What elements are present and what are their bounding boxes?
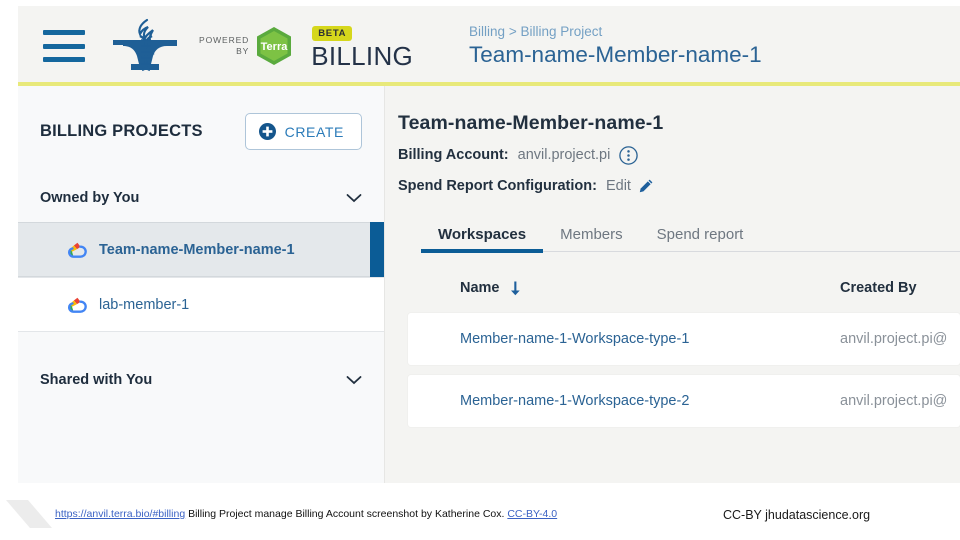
page-title: Team-name-Member-name-1 [398,112,664,134]
table-header-row: Name Created By [408,273,960,303]
sidebar-filler [18,404,384,483]
sidebar-item-label: lab-member-1 [99,296,190,313]
breadcrumb: Billing > Billing Project Team-name-Memb… [469,23,762,69]
breadcrumb-path[interactable]: Billing > Billing Project [469,23,762,41]
credit-text: CC-BY jhudatascience.org [723,508,871,522]
create-billing-project-button[interactable]: CREATE [244,113,362,150]
chevron-down-icon [346,194,362,203]
powered-by-text: POWERED BY [199,35,250,56]
breadcrumb-title: Team-name-Member-name-1 [469,42,762,67]
source-url-link[interactable]: https://anvil.terra.bio/#billing [55,508,185,520]
sidebar-header: BILLING PROJECTS CREATE [18,86,384,150]
workspaces-table: Name Created By Member-name-1-Workspace-… [398,273,960,427]
license-link[interactable]: CC-BY-4.0 [507,508,557,520]
tab-members[interactable]: Members [543,226,640,251]
sidebar-group-label: Owned by You [40,190,140,206]
create-button-label: CREATE [284,123,344,140]
sidebar-title: BILLING PROJECTS [40,122,203,140]
product-branding: BETA BILLING [311,23,413,70]
sidebar-item-lab-member-1[interactable]: lab-member-1 [18,277,384,332]
hamburger-menu-icon[interactable] [43,30,85,62]
sidebar-item-label: Team-name-Member-name-1 [99,241,295,258]
edit-pencil-icon[interactable] [638,178,654,194]
product-name: BILLING [311,40,414,71]
workspace-created-by: anvil.project.pi@ [840,393,948,409]
main-content: Team-name-Member-name-1 Billing Account:… [384,86,960,483]
caption-text: Billing Project manage Billing Account s… [185,508,508,520]
slide-canvas: POWERED BY Terra BETA BILLING Billing > … [0,0,960,540]
more-options-circle-icon[interactable] [619,145,639,165]
spend-report-label: Spend Report Configuration: [398,178,597,194]
spend-report-config-row: Spend Report Configuration: Edit [398,175,960,197]
column-header-created-by-label: Created By [840,280,917,296]
table-row[interactable]: Member-name-1-Workspace-type-2 anvil.pro… [408,375,960,427]
sidebar: BILLING PROJECTS CREATE Owned by You Tea… [18,86,384,483]
column-header-name-label: Name [460,280,500,296]
caption: https://anvil.terra.bio/#billing Billing… [55,508,557,520]
column-header-created-by[interactable]: Created By [840,280,917,296]
sidebar-group-shared-with-you[interactable]: Shared with You [18,356,384,404]
app-window: POWERED BY Terra BETA BILLING Billing > … [18,6,960,483]
app-body: BILLING PROJECTS CREATE Owned by You Tea… [18,86,960,483]
sidebar-item-team-name-member-name-1[interactable]: Team-name-Member-name-1 [18,222,384,277]
google-cloud-icon [68,242,87,258]
app-header: POWERED BY Terra BETA BILLING Billing > … [18,6,960,86]
sidebar-group-label: Shared with You [40,372,153,388]
sort-descending-arrow-icon[interactable] [510,281,521,296]
decorative-ribbon-icon [6,500,52,528]
tab-workspaces[interactable]: Workspaces [421,226,544,253]
sidebar-group-owned-by-you[interactable]: Owned by You [18,174,384,222]
tab-spend-report[interactable]: Spend report [640,226,761,251]
workspace-name-link[interactable]: Member-name-1-Workspace-type-2 [460,393,840,409]
workspace-created-by: anvil.project.pi@ [840,331,948,347]
billing-account-row: Billing Account: anvil.project.pi [398,144,960,166]
content-tabs: Workspaces Members Spend report [421,219,960,253]
terra-logo-icon: Terra [257,27,292,65]
table-row[interactable]: Member-name-1-Workspace-type-1 anvil.pro… [408,313,960,365]
chevron-down-icon [346,376,362,385]
plus-circle-icon [258,123,276,140]
column-header-name[interactable]: Name [460,280,840,296]
google-cloud-icon [68,297,87,313]
powered-by-terra: POWERED BY Terra [199,26,293,66]
svg-text:Terra: Terra [261,41,289,53]
anvil-dna-logo-icon [113,18,177,72]
spend-report-edit-link[interactable]: Edit [606,178,631,194]
billing-account-label: Billing Account: [398,147,509,163]
billing-account-value: anvil.project.pi [517,147,611,163]
workspace-name-link[interactable]: Member-name-1-Workspace-type-1 [460,331,840,347]
beta-badge: BETA [312,25,353,41]
